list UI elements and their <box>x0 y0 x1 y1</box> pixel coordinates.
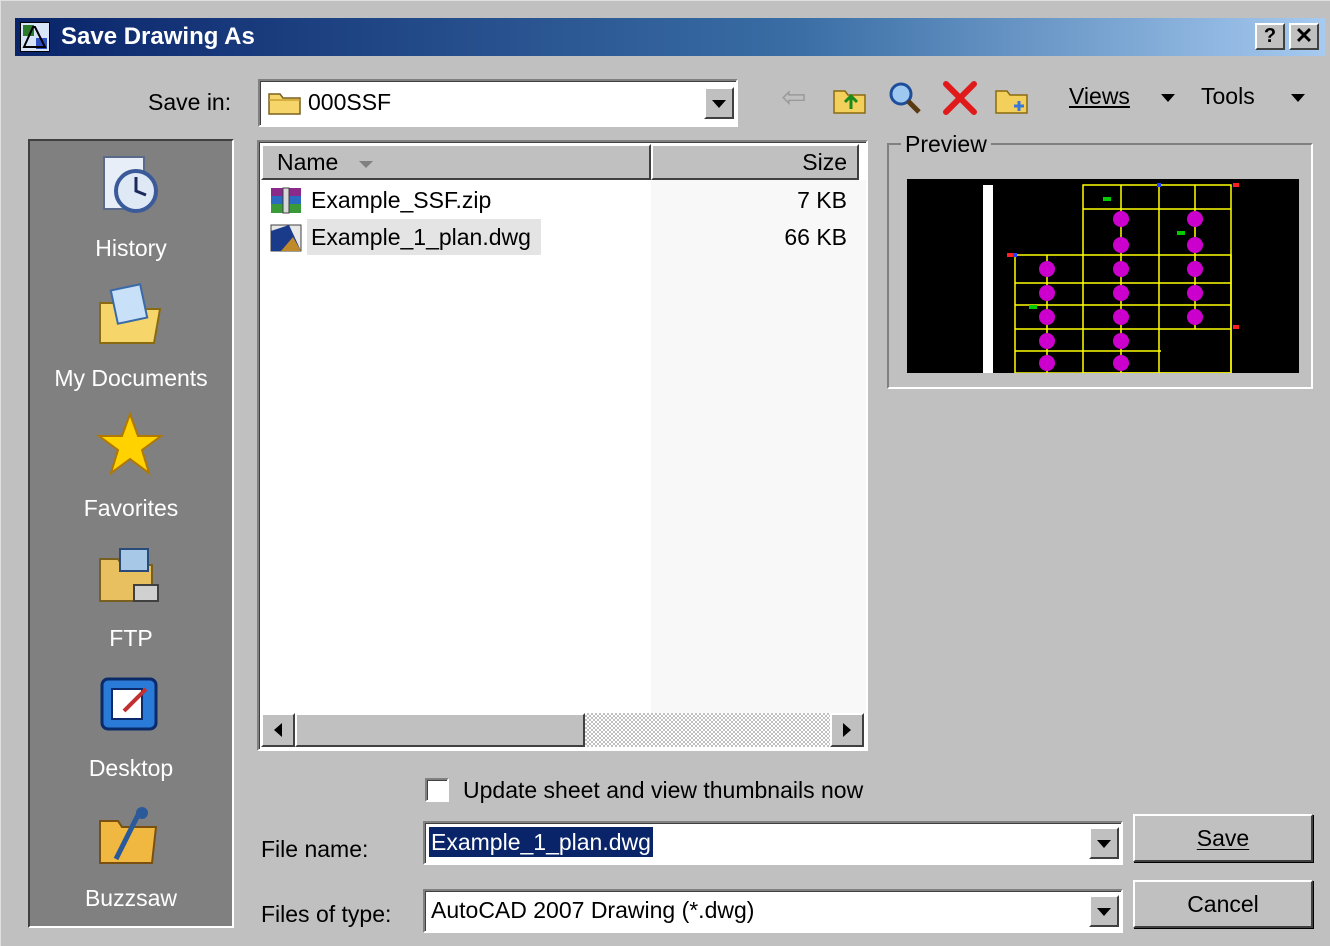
place-label: My Documents <box>54 365 208 391</box>
place-history[interactable]: History <box>30 143 232 273</box>
close-button[interactable]: ✕ <box>1289 23 1319 50</box>
sort-arrow-icon <box>359 161 373 168</box>
preview-label: Preview <box>901 131 991 158</box>
column-header-size[interactable]: Size <box>651 144 859 180</box>
place-label: Desktop <box>88 755 174 781</box>
place-label: History <box>95 235 167 261</box>
column-header-label: Name <box>277 149 339 175</box>
desktop-icon <box>96 671 164 739</box>
place-ftp[interactable]: FTP <box>30 533 232 663</box>
save-in-value: 000SSF <box>308 89 392 115</box>
buzzsaw-icon <box>96 801 164 869</box>
file-type-value: AutoCAD 2007 Drawing (*.dwg) <box>431 897 755 923</box>
cancel-button-label: Cancel <box>1187 891 1259 917</box>
autocad-app-icon <box>20 22 50 52</box>
file-row-example-ssf-zip[interactable]: Example_SSF.zip <box>269 182 669 218</box>
favorites-icon <box>95 411 165 479</box>
my-documents-icon <box>96 281 164 349</box>
preview-image <box>907 179 1299 374</box>
help-button[interactable]: ? <box>1255 23 1285 50</box>
folder-icon <box>268 89 302 115</box>
file-name-input[interactable]: Example_1_plan.dwg <box>423 821 1123 865</box>
title-bar[interactable]: Save Drawing As ? ✕ <box>15 18 1325 56</box>
new-folder-icon[interactable] <box>993 79 1031 117</box>
place-label: Favorites <box>83 495 179 521</box>
file-name-value: Example_1_plan.dwg <box>429 827 653 857</box>
save-in-label: Save in: <box>148 89 232 115</box>
file-list[interactable]: Name Size Example_SSF.zip 7 KB Example_1… <box>257 140 868 751</box>
horizontal-scrollbar[interactable] <box>261 713 864 747</box>
update-thumbnails-checkbox[interactable] <box>425 778 449 802</box>
file-name: Example_1_plan.dwg <box>307 219 541 255</box>
save-in-combo[interactable]: 000SSF <box>258 79 738 127</box>
file-size: 66 KB <box>784 224 847 250</box>
file-size: 7 KB <box>797 187 847 213</box>
scrollbar-thumb[interactable] <box>295 713 585 747</box>
save-in-dropdown-button[interactable] <box>704 87 734 119</box>
tools-dropdown-arrow-icon[interactable] <box>1291 94 1305 102</box>
ftp-icon <box>96 541 164 609</box>
file-name-label: File name: <box>261 836 369 862</box>
scroll-left-button[interactable] <box>261 713 295 747</box>
update-thumbnails-label: Update sheet and view thumbnails now <box>463 777 864 803</box>
cancel-button[interactable]: Cancel <box>1133 880 1313 928</box>
views-dropdown-arrow-icon[interactable] <box>1161 94 1175 102</box>
search-web-icon[interactable] <box>886 79 924 117</box>
file-name: Example_SSF.zip <box>311 187 492 213</box>
drawing-thumbnail <box>983 183 1239 374</box>
place-my-documents[interactable]: My Documents <box>30 273 232 403</box>
file-type-label: Files of type: <box>261 901 392 927</box>
column-header-label: Size <box>802 149 847 175</box>
place-desktop[interactable]: Desktop <box>30 663 232 793</box>
save-drawing-dialog: Save Drawing As ? ✕ Save in: 000SSF ⇦ Vi… <box>0 0 1330 946</box>
place-label: FTP <box>109 625 153 651</box>
file-type-dropdown-button[interactable] <box>1089 895 1119 927</box>
views-menu[interactable]: Views <box>1069 83 1130 110</box>
back-arrow-icon[interactable]: ⇦ <box>775 79 813 117</box>
file-type-select[interactable]: AutoCAD 2007 Drawing (*.dwg) <box>423 889 1123 933</box>
tools-menu[interactable]: Tools <box>1201 83 1255 110</box>
zip-archive-icon <box>269 186 303 216</box>
up-folder-icon[interactable] <box>831 79 869 117</box>
window-title: Save Drawing As <box>61 23 255 50</box>
save-button-label: Save <box>1196 825 1250 851</box>
place-label: Buzzsaw <box>84 885 178 911</box>
place-buzzsaw[interactable]: Buzzsaw <box>30 793 232 923</box>
file-row-example-1-plan-dwg[interactable]: Example_1_plan.dwg <box>269 219 541 255</box>
scroll-right-button[interactable] <box>830 713 864 747</box>
place-favorites[interactable]: Favorites <box>30 403 232 533</box>
delete-icon[interactable] <box>941 79 979 117</box>
dwg-file-icon <box>269 223 303 253</box>
size-column-shade <box>651 180 866 713</box>
save-button[interactable]: Save <box>1133 814 1313 862</box>
column-header-name[interactable]: Name <box>261 144 651 180</box>
file-name-dropdown-button[interactable] <box>1089 827 1119 859</box>
history-icon <box>96 151 164 219</box>
places-bar: History My Documents Favorites FTP Deskt… <box>28 139 234 928</box>
